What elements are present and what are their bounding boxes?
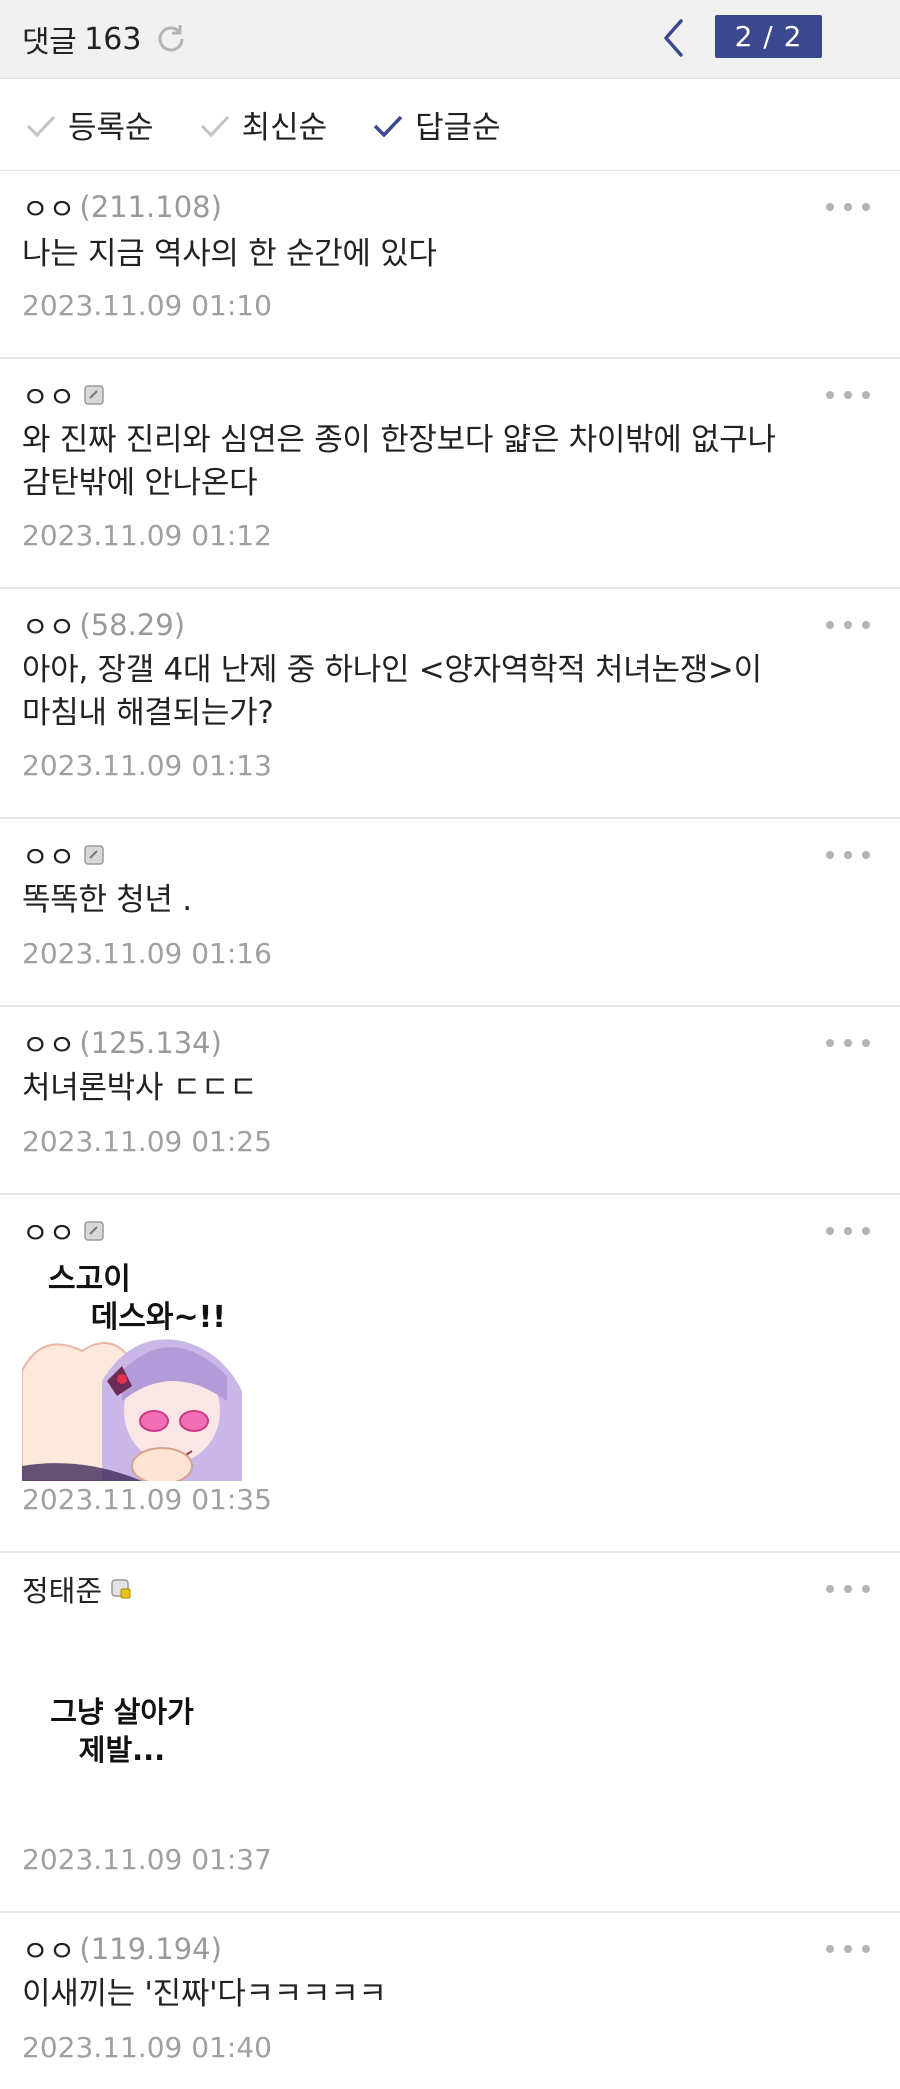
sort-bar: 등록순 최신순 답글순 xyxy=(0,79,900,171)
sticker-caption-line: 그냥 살아가 xyxy=(50,1695,194,1729)
comment-time: 2023.11.09 01:13 xyxy=(22,749,272,782)
check-icon xyxy=(198,108,232,142)
comment-text-line: 마침내 해결되는가? xyxy=(22,695,274,731)
comment-ip: (211.108) xyxy=(79,190,222,224)
sticker-caption-line: 제발... xyxy=(78,1733,166,1767)
comment-author[interactable]: ㅇㅇ xyxy=(22,604,75,646)
more-options-icon[interactable] xyxy=(826,1038,870,1048)
sort-option-label: 답글순 xyxy=(415,110,501,146)
fixed-nick-lock-badge-icon xyxy=(110,1578,132,1600)
comment-time: 2023.11.09 01:10 xyxy=(22,289,272,322)
comment-ip: (58.29) xyxy=(79,608,186,642)
more-options-icon[interactable] xyxy=(826,850,870,860)
comments-header: 댓글 163 2 / 2 xyxy=(0,0,900,79)
page-indicator[interactable]: 2 / 2 xyxy=(715,15,822,58)
comment-author[interactable]: ㅇㅇ xyxy=(22,1022,75,1064)
comment-text: 와 진짜 진리와 심연은 종이 한장보다 얇은 차이밖에 없구나 감탄밖에 안나… xyxy=(22,419,776,505)
fixed-nick-badge-icon xyxy=(83,844,105,866)
sort-option-registered[interactable]: 등록순 xyxy=(24,102,154,147)
comment-time: 2023.11.09 01:37 xyxy=(22,1843,272,1876)
sticker-image: 그냥 살아가 제발... xyxy=(22,1623,222,1843)
comment-text: 나는 지금 역사의 한 순간에 있다 xyxy=(22,236,437,272)
comment-item: ㅇㅇ (125.134) 처녀론박사 ㄷㄷㄷ 2023.11.09 01:25 xyxy=(0,1007,900,1195)
comment-time: 2023.11.09 01:35 xyxy=(22,1483,272,1516)
comment-text: 이새끼는 '진짜'다ㅋㅋㅋㅋㅋ xyxy=(22,1976,387,2012)
comment-text: 처녀론박사 ㄷㄷㄷ xyxy=(22,1070,258,1106)
comment-time: 2023.11.09 01:12 xyxy=(22,519,272,552)
sort-option-replies[interactable]: 답글순 xyxy=(371,102,501,147)
comment-text-line: 감탄밖에 안나온다 xyxy=(22,465,258,501)
sticker-image: 스고이 데스와~!! xyxy=(22,1261,242,1481)
comment-author[interactable]: ㅇㅇ xyxy=(22,834,75,876)
comment-text: 똑똑한 청년 . xyxy=(22,882,192,918)
more-options-icon[interactable] xyxy=(826,1226,870,1236)
more-options-icon[interactable] xyxy=(826,1944,870,1954)
refresh-icon[interactable] xyxy=(153,21,189,57)
comment-item: ㅇㅇ (119.194) 이새끼는 '진짜'다ㅋㅋㅋㅋㅋ 2023.11.09 … xyxy=(0,1913,900,2089)
sort-option-label: 최신순 xyxy=(241,110,328,146)
comment-author[interactable]: ㅇㅇ xyxy=(22,1210,75,1252)
sticker-caption-line: 스고이 xyxy=(48,1262,131,1297)
comment-text: 아아, 장갤 4대 난제 중 하나인 <양자역학적 처녀논쟁>이 마침내 해결되… xyxy=(22,649,762,735)
sort-option-latest[interactable]: 최신순 xyxy=(198,102,328,147)
comment-author[interactable]: ㅇㅇ xyxy=(22,374,75,416)
comment-time: 2023.11.09 01:25 xyxy=(22,1125,272,1158)
more-options-icon[interactable] xyxy=(826,620,870,630)
comment-ip: (125.134) xyxy=(79,1026,222,1060)
comment-author[interactable]: ㅇㅇ xyxy=(22,186,75,228)
comment-ip: (119.194) xyxy=(79,1932,222,1966)
comment-author[interactable]: 정태준 xyxy=(22,1568,102,1610)
comment-author[interactable]: ㅇㅇ xyxy=(22,1928,75,1970)
comment-time: 2023.11.09 01:40 xyxy=(22,2031,272,2064)
more-options-icon[interactable] xyxy=(826,1584,870,1594)
sticker-caption-line: 데스와~!! xyxy=(90,1300,226,1335)
more-options-icon[interactable] xyxy=(826,202,870,212)
prev-page-icon[interactable] xyxy=(658,16,688,60)
fixed-nick-badge-icon xyxy=(83,1220,105,1242)
comment-item: ㅇㅇ (58.29) 아아, 장갤 4대 난제 중 하나인 <양자역학적 처녀논… xyxy=(0,589,900,819)
comment-item: ㅇㅇ (211.108) 나는 지금 역사의 한 순간에 있다 2023.11.… xyxy=(0,171,900,359)
comment-text-line: 와 진짜 진리와 심연은 종이 한장보다 얇은 차이밖에 없구나 xyxy=(22,422,776,458)
sort-option-label: 등록순 xyxy=(68,110,154,146)
check-icon xyxy=(371,108,405,142)
comment-time: 2023.11.09 01:16 xyxy=(22,937,272,970)
comments-title: 댓글 xyxy=(22,25,77,60)
comment-item: 정태준 그냥 살아가 제발... 2023.11.09 01:37 xyxy=(0,1553,900,1913)
comment-item: ㅇㅇ 스고이 데스와~!! 2023.11.09 01:35 xyxy=(0,1195,900,1553)
check-icon xyxy=(24,108,58,142)
more-options-icon[interactable] xyxy=(826,390,870,400)
fixed-nick-badge-icon xyxy=(83,384,105,406)
comment-item: ㅇㅇ 와 진짜 진리와 심연은 종이 한장보다 얇은 차이밖에 없구나 감탄밖에… xyxy=(0,359,900,589)
comments-count: 163 xyxy=(84,21,142,57)
comment-text-line: 아아, 장갤 4대 난제 중 하나인 <양자역학적 처녀논쟁>이 xyxy=(22,652,762,688)
comment-item: ㅇㅇ 똑똑한 청년 . 2023.11.09 01:16 xyxy=(0,819,900,1007)
